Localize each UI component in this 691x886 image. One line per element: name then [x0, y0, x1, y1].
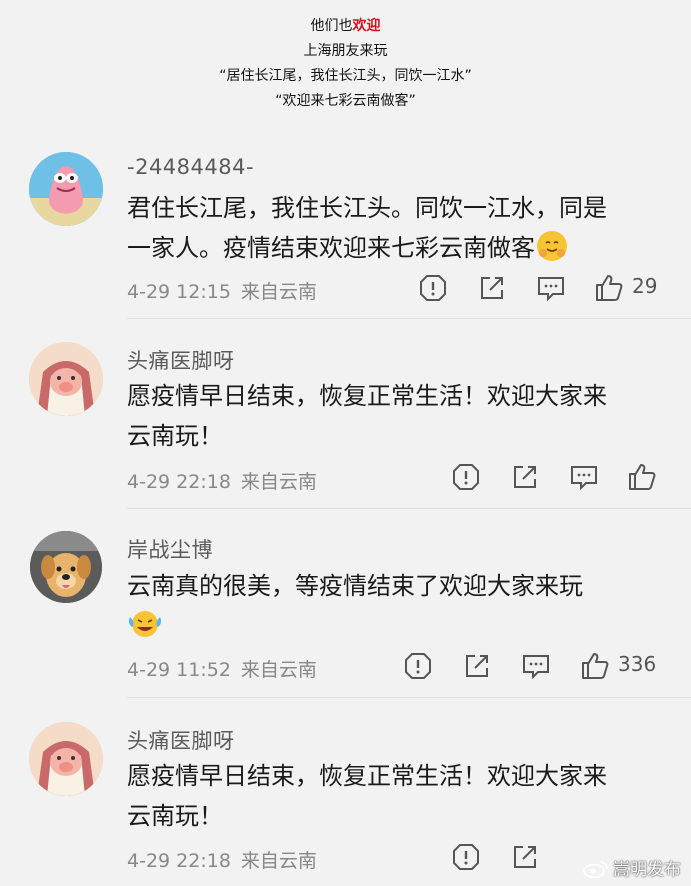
- report-icon: [453, 844, 479, 870]
- report-icon: [453, 464, 479, 490]
- report-button[interactable]: [402, 650, 434, 682]
- username[interactable]: 头痛医脚呀: [127, 725, 235, 755]
- comment-text: 愿疫情早日结束，恢复正常生活！欢迎大家来 云南玩！: [127, 762, 607, 830]
- puppy-avatar-icon: [30, 531, 102, 603]
- comment-icon: [571, 466, 597, 491]
- watermark-text: 嵩明发布: [613, 860, 681, 880]
- caption-line-4: “欢迎来七彩云南做客”: [275, 93, 416, 109]
- patrick-avatar-icon: [29, 152, 103, 226]
- watermark: 嵩明发布: [583, 855, 681, 880]
- avatar[interactable]: [29, 152, 103, 226]
- thumbs-up-icon: [582, 653, 609, 679]
- report-icon: [405, 653, 431, 679]
- comment-icon: [538, 277, 564, 302]
- comment-actions: 29: [0, 272, 691, 304]
- share-icon: [514, 466, 536, 488]
- username[interactable]: 头痛医脚呀: [127, 345, 235, 375]
- divider: [127, 318, 691, 319]
- tears-of-joy-emoji-icon: [127, 609, 162, 639]
- comment-text: 愿疫情早日结束，恢复正常生活！欢迎大家来 云南玩！: [127, 382, 607, 450]
- share-button[interactable]: [461, 650, 493, 682]
- comment-actions: [0, 461, 691, 493]
- like-count: 29: [632, 274, 658, 298]
- weibo-icon: [583, 860, 609, 879]
- hug-face-emoji-icon: [537, 231, 567, 261]
- caption-accent: 欢迎: [352, 18, 381, 34]
- divider: [127, 508, 691, 509]
- pig-avatar-icon: [29, 722, 103, 796]
- comment-text: 云南真的很美，等疫情结束了欢迎大家来玩: [127, 566, 667, 646]
- like-button[interactable]: [593, 272, 625, 304]
- avatar[interactable]: [30, 531, 102, 603]
- pig-avatar-icon: [29, 342, 103, 416]
- like-button[interactable]: [626, 461, 658, 493]
- username[interactable]: -24484484-: [127, 155, 254, 179]
- avatar[interactable]: [29, 722, 103, 796]
- report-button[interactable]: [417, 272, 449, 304]
- share-button[interactable]: [509, 841, 541, 873]
- comment-icon: [523, 655, 549, 680]
- report-button[interactable]: [450, 841, 482, 873]
- comment-button[interactable]: [568, 461, 600, 493]
- like-button[interactable]: [579, 650, 611, 682]
- thumbs-up-icon: [629, 464, 656, 490]
- comment-button[interactable]: [520, 650, 552, 682]
- caption-header: 他们也欢迎 上海朋友来玩 “居住长江尾，我住长江头，同饮一江水” “欢迎来七彩云…: [0, 14, 691, 114]
- like-count: 336: [618, 652, 657, 676]
- thumbs-up-icon: [596, 275, 623, 301]
- share-icon: [466, 655, 488, 677]
- share-button[interactable]: [509, 461, 541, 493]
- avatar[interactable]: [29, 342, 103, 416]
- caption-line-2: 上海朋友来玩: [303, 43, 388, 59]
- caption-line-3: “居住长江尾，我住长江头，同饮一江水”: [219, 68, 472, 84]
- comment-button[interactable]: [535, 272, 567, 304]
- share-button[interactable]: [476, 272, 508, 304]
- caption-line-1: 他们也欢迎: [310, 18, 381, 34]
- share-icon: [481, 277, 503, 299]
- comment-actions: 336: [0, 650, 691, 682]
- report-icon: [420, 275, 446, 301]
- comment-text: 君住长江尾，我住长江头。同饮一江水，同是 一家人。疫情结束欢迎来七彩云南做客: [127, 194, 607, 262]
- divider: [127, 697, 691, 698]
- share-icon: [514, 846, 536, 868]
- report-button[interactable]: [450, 461, 482, 493]
- username[interactable]: 岸战尘博: [127, 534, 213, 564]
